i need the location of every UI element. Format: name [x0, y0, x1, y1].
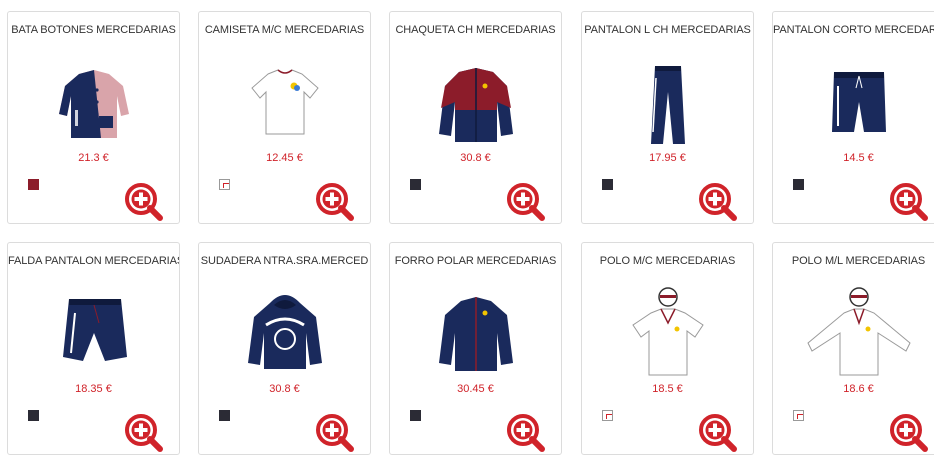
product-price: 30.8 €: [460, 152, 491, 164]
color-swatch[interactable]: [793, 410, 804, 421]
product-card-camiseta[interactable]: CAMISETA M/C MERCEDARIAS 12.45 €: [198, 11, 371, 224]
zoom-plus-icon[interactable]: [124, 413, 164, 453]
bata-image[interactable]: [39, 52, 149, 152]
product-price: 30.8 €: [269, 383, 300, 395]
product-price: 14.5 €: [843, 152, 874, 164]
product-price: 18.35 €: [75, 383, 112, 395]
color-swatch[interactable]: [28, 179, 39, 190]
product-title[interactable]: FALDA PANTALON MERCEDARIAS: [8, 255, 179, 267]
zoom-plus-icon[interactable]: [506, 413, 546, 453]
product-card-pantalon-corto[interactable]: PANTALON CORTO MERCEDARIAS 14.5 €: [772, 11, 934, 224]
product-card-polo-ml[interactable]: POLO M/L MERCEDARIAS 18.6 €: [772, 242, 934, 455]
product-title[interactable]: CHAQUETA CH MERCEDARIAS: [390, 24, 561, 36]
zoom-plus-icon[interactable]: [506, 182, 546, 222]
polo-ml-image[interactable]: [804, 283, 914, 383]
product-title[interactable]: FORRO POLAR MERCEDARIAS: [390, 255, 561, 267]
product-title[interactable]: POLO M/L MERCEDARIAS: [773, 255, 934, 267]
product-price: 17.95 €: [649, 152, 686, 164]
color-swatch[interactable]: [602, 410, 613, 421]
color-swatch[interactable]: [28, 410, 39, 421]
product-title[interactable]: CAMISETA M/C MERCEDARIAS: [199, 24, 370, 36]
product-card-polo-mc[interactable]: POLO M/C MERCEDARIAS 18.5 €: [581, 242, 754, 455]
color-swatch[interactable]: [410, 410, 421, 421]
color-swatch[interactable]: [602, 179, 613, 190]
forro-polar-image[interactable]: [421, 283, 531, 383]
product-price: 12.45 €: [266, 152, 303, 164]
zoom-plus-icon[interactable]: [124, 182, 164, 222]
pantalon-corto-image[interactable]: [804, 52, 914, 152]
product-card-forro-polar[interactable]: FORRO POLAR MERCEDARIAS 30.45 €: [389, 242, 562, 455]
zoom-plus-icon[interactable]: [315, 413, 355, 453]
zoom-plus-icon[interactable]: [889, 182, 929, 222]
product-price: 30.45 €: [457, 383, 494, 395]
pantalon-largo-image[interactable]: [613, 52, 723, 152]
sudadera-image[interactable]: [230, 283, 340, 383]
polo-mc-image[interactable]: [613, 283, 723, 383]
color-swatch[interactable]: [219, 179, 230, 190]
chaqueta-image[interactable]: [421, 52, 531, 152]
zoom-plus-icon[interactable]: [315, 182, 355, 222]
product-card-falda[interactable]: FALDA PANTALON MERCEDARIAS 18.35 €: [7, 242, 180, 455]
color-swatch[interactable]: [793, 179, 804, 190]
product-title[interactable]: POLO M/C MERCEDARIAS: [582, 255, 753, 267]
zoom-plus-icon[interactable]: [698, 182, 738, 222]
color-swatch[interactable]: [410, 179, 421, 190]
color-swatch[interactable]: [219, 410, 230, 421]
product-card-sudadera[interactable]: SUDADERA NTRA.SRA.MERCED 30.8 €: [198, 242, 371, 455]
product-card-bata[interactable]: BATA BOTONES MERCEDARIAS 21.3 €: [7, 11, 180, 224]
product-price: 18.6 €: [843, 383, 874, 395]
zoom-plus-icon[interactable]: [698, 413, 738, 453]
zoom-plus-icon[interactable]: [889, 413, 929, 453]
product-card-pantalon-largo[interactable]: PANTALON L CH MERCEDARIAS 17.95 €: [581, 11, 754, 224]
product-title[interactable]: BATA BOTONES MERCEDARIAS: [8, 24, 179, 36]
product-card-chaqueta[interactable]: CHAQUETA CH MERCEDARIAS 30.8 €: [389, 11, 562, 224]
product-price: 18.5 €: [652, 383, 683, 395]
product-price: 21.3 €: [78, 152, 109, 164]
product-title[interactable]: PANTALON CORTO MERCEDARIAS: [773, 24, 934, 36]
product-title[interactable]: SUDADERA NTRA.SRA.MERCED: [199, 255, 370, 267]
camiseta-image[interactable]: [230, 52, 340, 152]
product-title[interactable]: PANTALON L CH MERCEDARIAS: [582, 24, 753, 36]
falda-image[interactable]: [39, 283, 149, 383]
